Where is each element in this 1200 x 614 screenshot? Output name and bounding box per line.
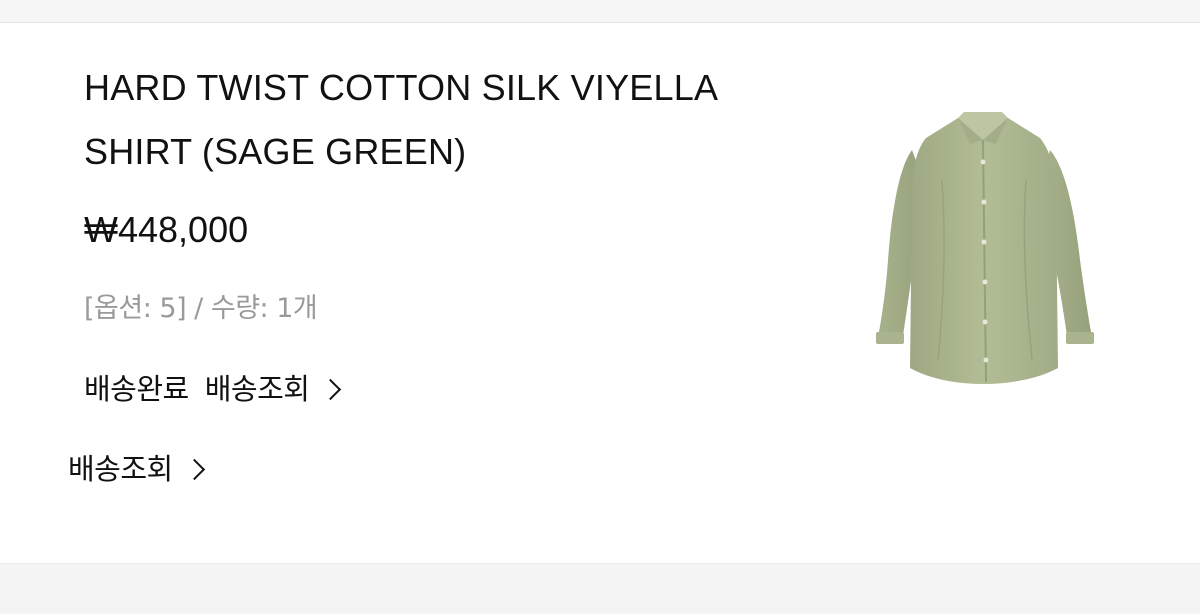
bottom-divider bbox=[0, 563, 1200, 614]
product-options: [옵션: 5] / 수량: 1개 bbox=[84, 293, 318, 324]
chevron-right-icon bbox=[320, 378, 342, 401]
top-divider bbox=[0, 0, 1200, 23]
sage-green-shirt-photo bbox=[876, 112, 1094, 384]
product-image[interactable] bbox=[866, 110, 1100, 400]
tracking-button-label: 배송조회 bbox=[68, 452, 173, 486]
delivery-status-row: 배송완료 배송조회 bbox=[84, 367, 342, 411]
tracking-link[interactable]: 배송조회 bbox=[204, 367, 342, 411]
product-name-line2: SHIRT (SAGE GREEN) bbox=[84, 131, 467, 172]
tracking-link-label: 배송조회 bbox=[204, 372, 310, 406]
product-name-line1: HARD TWIST COTTON SILK VIYELLA bbox=[84, 67, 719, 108]
product-name[interactable]: HARD TWIST COTTON SILK VIYELLA SHIRT (SA… bbox=[84, 56, 804, 184]
delivery-status: 배송완료 bbox=[84, 372, 189, 406]
product-price: ₩448,000 bbox=[84, 209, 249, 250]
chevron-right-icon bbox=[183, 458, 205, 481]
tracking-button[interactable]: 배송조회 bbox=[68, 447, 205, 491]
